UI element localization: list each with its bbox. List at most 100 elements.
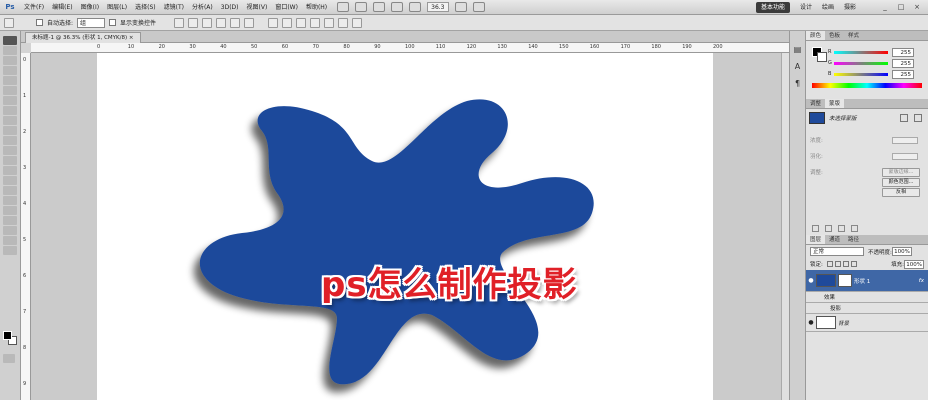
disable-mask-icon[interactable] bbox=[838, 225, 845, 232]
zoom-tool-icon[interactable] bbox=[3, 246, 17, 255]
paragraph-panel-icon[interactable]: ¶ bbox=[792, 78, 804, 90]
menu-window[interactable]: 窗口(W) bbox=[271, 0, 302, 15]
lock-pixels-icon[interactable] bbox=[834, 261, 841, 267]
quick-select-tool-icon[interactable] bbox=[3, 66, 17, 75]
eraser-tool-icon[interactable] bbox=[3, 136, 17, 145]
vector-mask-icon[interactable] bbox=[914, 114, 922, 122]
menu-file[interactable]: 文件(F) bbox=[20, 0, 48, 15]
feather-field[interactable] bbox=[892, 152, 918, 160]
pen-tool-icon[interactable] bbox=[3, 176, 17, 185]
layer-effects-row[interactable]: 效果 bbox=[806, 292, 928, 303]
green-value[interactable]: 255 bbox=[892, 59, 914, 68]
blend-mode-dropdown[interactable]: 正常 bbox=[810, 247, 864, 256]
red-value[interactable]: 255 bbox=[892, 48, 914, 57]
extras-icon[interactable] bbox=[373, 2, 386, 12]
quick-mask-icon[interactable] bbox=[3, 354, 15, 363]
opacity-field[interactable]: 100% bbox=[891, 247, 912, 256]
load-selection-icon[interactable] bbox=[812, 225, 819, 232]
distribute-top-icon[interactable] bbox=[268, 17, 279, 28]
menu-analysis[interactable]: 分析(A) bbox=[188, 0, 217, 15]
bridge-icon[interactable] bbox=[337, 2, 350, 12]
hand-tool-icon[interactable] bbox=[3, 236, 17, 245]
eyedropper-tool-icon[interactable] bbox=[3, 86, 17, 95]
align-bottom-icon[interactable] bbox=[202, 17, 213, 28]
minibridge-icon[interactable] bbox=[355, 2, 368, 12]
green-slider[interactable]: G 255 bbox=[806, 58, 928, 69]
tab-masks[interactable]: 蒙版 bbox=[825, 99, 845, 108]
menu-select[interactable]: 选择(S) bbox=[131, 0, 160, 15]
healing-brush-tool-icon[interactable] bbox=[3, 96, 17, 105]
invert-button[interactable]: 反相 bbox=[882, 187, 920, 197]
apply-mask-icon[interactable] bbox=[825, 225, 832, 232]
history-panel-icon[interactable]: ▤ bbox=[792, 44, 804, 56]
marquee-tool-icon[interactable] bbox=[3, 46, 17, 55]
workspace-essentials-button[interactable]: 基本功能 bbox=[756, 2, 791, 13]
canvas-area[interactable]: ps怎么制作投影 bbox=[31, 53, 789, 400]
foreground-color-swatch[interactable] bbox=[3, 331, 12, 340]
close-icon[interactable]: × bbox=[912, 2, 922, 12]
zoom-level[interactable]: 36.3 bbox=[427, 2, 449, 12]
gradient-tool-icon[interactable] bbox=[3, 146, 17, 155]
lock-position-icon[interactable] bbox=[842, 261, 849, 267]
eye-icon[interactable]: ● bbox=[806, 277, 816, 284]
layer-background[interactable]: ● 背景 bbox=[806, 314, 928, 332]
blue-slider[interactable]: B 255 bbox=[806, 69, 928, 80]
crop-tool-icon[interactable] bbox=[3, 76, 17, 85]
tab-adjustments[interactable]: 调整 bbox=[806, 99, 825, 108]
vertical-ruler[interactable]: 0 1 2 3 4 5 6 7 8 9 bbox=[21, 53, 31, 400]
lasso-tool-icon[interactable] bbox=[3, 56, 17, 65]
auto-select-dropdown[interactable]: 组 bbox=[77, 17, 106, 28]
fx-icon[interactable]: fx bbox=[919, 278, 924, 284]
move-tool-preset-icon[interactable] bbox=[4, 17, 14, 28]
align-left-icon[interactable] bbox=[216, 17, 227, 28]
workspace-design[interactable]: 设计 bbox=[800, 2, 812, 13]
pixel-mask-icon[interactable] bbox=[900, 114, 908, 122]
blur-tool-icon[interactable] bbox=[3, 156, 17, 165]
distribute-vcenter-icon[interactable] bbox=[282, 17, 293, 28]
color-swatches[interactable] bbox=[3, 331, 17, 345]
eye-icon[interactable]: ● bbox=[806, 319, 816, 326]
distribute-hcenter-icon[interactable] bbox=[324, 17, 335, 28]
color-range-button[interactable]: 颜色范围... bbox=[882, 177, 920, 187]
zoom-tool-icon[interactable] bbox=[391, 2, 404, 12]
3d-rotate-tool-icon[interactable] bbox=[3, 216, 17, 225]
menu-layer[interactable]: 图层(L) bbox=[103, 0, 131, 15]
density-field[interactable] bbox=[892, 136, 918, 144]
arrange-documents-icon[interactable] bbox=[454, 2, 467, 12]
blue-value[interactable]: 255 bbox=[892, 70, 914, 79]
align-right-icon[interactable] bbox=[244, 17, 255, 28]
tab-layers[interactable]: 图层 bbox=[806, 235, 826, 244]
auto-align-icon[interactable] bbox=[352, 17, 363, 28]
tab-styles[interactable]: 样式 bbox=[844, 31, 863, 40]
color-spectrum-bar[interactable] bbox=[812, 83, 922, 88]
clone-stamp-tool-icon[interactable] bbox=[3, 116, 17, 125]
align-vcenter-icon[interactable] bbox=[188, 17, 199, 28]
align-hcenter-icon[interactable] bbox=[230, 17, 241, 28]
brush-tool-icon[interactable] bbox=[3, 106, 17, 115]
menu-filter[interactable]: 滤镜(T) bbox=[160, 0, 188, 15]
screen-mode-icon[interactable] bbox=[472, 2, 485, 12]
red-slider[interactable]: R 255 bbox=[806, 47, 928, 58]
align-top-icon[interactable] bbox=[174, 17, 185, 28]
menu-3d[interactable]: 3D(D) bbox=[217, 0, 243, 15]
distribute-bottom-icon[interactable] bbox=[296, 17, 307, 28]
workspace-painting[interactable]: 绘画 bbox=[822, 2, 834, 13]
distribute-right-icon[interactable] bbox=[338, 17, 349, 28]
blue-gradient[interactable] bbox=[834, 73, 888, 76]
type-tool-icon[interactable] bbox=[3, 186, 17, 195]
move-tool-icon[interactable] bbox=[3, 36, 17, 45]
distribute-left-icon[interactable] bbox=[310, 17, 321, 28]
menu-edit[interactable]: 编辑(E) bbox=[48, 0, 76, 15]
document-tab[interactable]: 未标题-1 @ 36.3% (形状 1, CMYK/8) × bbox=[25, 32, 141, 43]
menu-image[interactable]: 图像(I) bbox=[77, 0, 103, 15]
dodge-tool-icon[interactable] bbox=[3, 166, 17, 175]
minimize-icon[interactable]: _ bbox=[880, 2, 890, 12]
menu-view[interactable]: 视图(V) bbox=[243, 0, 272, 15]
tab-paths[interactable]: 路径 bbox=[844, 235, 863, 244]
document-canvas[interactable]: ps怎么制作投影 bbox=[97, 53, 713, 400]
vertical-scrollbar[interactable] bbox=[781, 53, 789, 400]
delete-mask-icon[interactable] bbox=[851, 225, 858, 232]
horizontal-ruler[interactable]: 0 10 20 30 40 50 60 70 80 90 100 110 120 130 140 150 160… bbox=[31, 43, 789, 53]
menu-help[interactable]: 帮助(H) bbox=[302, 0, 331, 15]
workspace-photography[interactable]: 摄影 bbox=[844, 2, 856, 13]
